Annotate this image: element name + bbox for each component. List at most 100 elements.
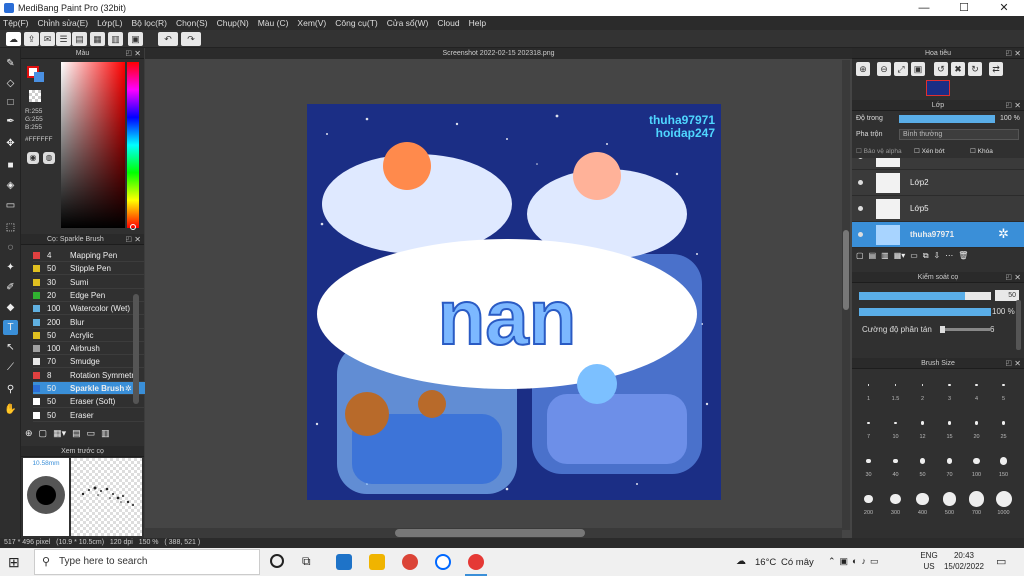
close-icon[interactable]: ✕ bbox=[134, 48, 141, 59]
brush-item[interactable]: 50 Stipple Pen bbox=[33, 262, 151, 276]
minimize-button[interactable]: — bbox=[904, 0, 944, 16]
cortana-icon[interactable] bbox=[270, 554, 284, 568]
close-icon[interactable]: ✕ bbox=[1014, 272, 1021, 283]
close-icon[interactable]: ✕ bbox=[1014, 48, 1021, 59]
grid-icon[interactable]: ▦ bbox=[90, 32, 105, 46]
lock-checkbox[interactable]: ☐ Khóa bbox=[970, 147, 993, 155]
text-tool-icon[interactable]: T bbox=[3, 320, 18, 335]
redo-icon[interactable]: ↷ bbox=[181, 32, 201, 46]
gear-icon[interactable]: ✲ bbox=[125, 382, 132, 395]
eye-icon[interactable] bbox=[858, 158, 863, 159]
fill-rect-icon[interactable]: ■ bbox=[3, 158, 18, 173]
layer-opacity-slider[interactable] bbox=[899, 115, 995, 123]
brush-menu-icon[interactable]: ▦▾ bbox=[53, 428, 66, 442]
brush-tool-icon[interactable]: ✎ bbox=[3, 56, 18, 71]
scatter-slider[interactable] bbox=[940, 326, 990, 333]
merge-layer-icon[interactable]: ⇩ bbox=[934, 251, 941, 263]
layer-more-icon[interactable]: ⋯ bbox=[945, 251, 953, 263]
gear-icon[interactable]: ✲ bbox=[998, 226, 1009, 242]
eye-icon[interactable] bbox=[858, 180, 863, 185]
menu-layer[interactable]: Lớp(L) bbox=[97, 18, 122, 28]
brush-size-cell[interactable]: 50 bbox=[910, 450, 935, 484]
new-halftone-layer-icon[interactable]: ▤ bbox=[869, 251, 877, 263]
brush-size-cell[interactable]: 7 bbox=[856, 412, 881, 446]
task-view-icon[interactable]: ⧉ bbox=[302, 554, 311, 569]
zoom-in-icon[interactable]: ⊕ bbox=[856, 62, 870, 76]
brush-size-cell[interactable]: 20 bbox=[964, 412, 989, 446]
menu-filter[interactable]: Bộ lọc(R) bbox=[132, 18, 167, 28]
brush-opacity-slider[interactable] bbox=[859, 308, 991, 316]
menu-snap[interactable]: Chụp(N) bbox=[217, 18, 249, 28]
eyedropper-icon[interactable]: ⚲ bbox=[3, 382, 18, 397]
brush-size-cell[interactable]: 2 bbox=[910, 374, 935, 408]
menu-cloud[interactable]: Cloud bbox=[437, 18, 459, 28]
layer-item[interactable]: Lớp5 bbox=[852, 196, 1024, 222]
gradient-icon[interactable]: ▭ bbox=[3, 198, 18, 213]
zoom-out-icon[interactable]: ⊖ bbox=[877, 62, 891, 76]
color-settings-icon[interactable]: ◍ bbox=[43, 152, 55, 164]
maximize-button[interactable]: ☐ bbox=[944, 0, 984, 16]
weather-desc[interactable]: Có mây bbox=[781, 557, 814, 568]
layer-folder-icon[interactable]: ▭ bbox=[910, 251, 918, 263]
cloud-icon[interactable]: ☁ bbox=[6, 32, 21, 46]
layer-item[interactable]: Lớp2 bbox=[852, 170, 1024, 196]
vertical-scroll-thumb[interactable] bbox=[843, 230, 849, 310]
brush-size-cell[interactable]: 400 bbox=[910, 488, 935, 522]
scatter-handle[interactable] bbox=[940, 326, 945, 333]
menu-view[interactable]: Xem(V) bbox=[297, 18, 326, 28]
brush-control-scrollbar[interactable] bbox=[1016, 300, 1021, 350]
eraser-tool-icon[interactable]: ◇ bbox=[3, 76, 18, 91]
brush-size-cell[interactable]: 150 bbox=[991, 450, 1016, 484]
secondary-color-swatch[interactable] bbox=[34, 72, 44, 82]
menu-window[interactable]: Cửa sổ(W) bbox=[387, 18, 429, 28]
brush-size-cell[interactable]: 1 bbox=[856, 374, 881, 408]
taskbar-search-box[interactable]: ⚲ Type here to search bbox=[34, 549, 260, 575]
eye-icon[interactable] bbox=[858, 232, 863, 237]
vertical-scrollbar[interactable] bbox=[842, 60, 850, 530]
lasso-icon[interactable]: ◌ bbox=[3, 240, 18, 255]
move-tool-icon[interactable]: ✥ bbox=[3, 136, 18, 151]
brush-item[interactable]: 4 Mapping Pen bbox=[33, 249, 151, 262]
brush-size-cell[interactable]: 3 bbox=[937, 374, 962, 408]
rotate-left-icon[interactable]: ↺ bbox=[934, 62, 948, 76]
blend-mode-select[interactable]: Bình thường bbox=[899, 129, 1019, 140]
brush-copy-icon[interactable]: ▤ bbox=[72, 428, 81, 442]
menu-tools[interactable]: Công cụ(T) bbox=[335, 18, 378, 28]
pin-icon[interactable]: ◰ bbox=[125, 48, 132, 59]
panel-icon[interactable]: ▣ bbox=[128, 32, 143, 46]
menu-select[interactable]: Chọn(S) bbox=[176, 18, 208, 28]
close-icon[interactable]: ✕ bbox=[1014, 100, 1021, 111]
brush-list-scrollbar[interactable] bbox=[133, 294, 139, 404]
windows-start-icon[interactable]: ⊞ bbox=[8, 554, 24, 570]
brush-delete-icon[interactable]: ▥ bbox=[101, 428, 110, 442]
rect-tool-icon[interactable]: □ bbox=[3, 95, 18, 110]
menu-file[interactable]: Tệp(F) bbox=[3, 18, 29, 28]
layer-item-selected[interactable]: thuha97971 ✲ bbox=[852, 222, 1024, 248]
operation-icon[interactable]: ↖ bbox=[3, 340, 18, 355]
close-icon[interactable]: ✕ bbox=[1014, 358, 1021, 369]
undo-icon[interactable]: ↶ bbox=[158, 32, 178, 46]
file-explorer-icon[interactable] bbox=[369, 554, 385, 570]
pin-icon[interactable]: ◰ bbox=[1005, 48, 1012, 59]
upload-icon[interactable]: ⇪ bbox=[24, 32, 39, 46]
system-tray-icons[interactable]: ⌃▣◐♪▭ bbox=[828, 556, 882, 567]
layer-item[interactable] bbox=[852, 158, 1024, 170]
pin-icon[interactable]: ◰ bbox=[1005, 358, 1012, 369]
notification-icon[interactable]: ▭ bbox=[996, 555, 1006, 568]
actual-size-icon[interactable]: ▣ bbox=[911, 62, 925, 76]
brush-size-input[interactable]: 50 bbox=[995, 290, 1019, 301]
brush-size-cell[interactable]: 500 bbox=[937, 488, 962, 522]
divide-icon[interactable]: ⟋ bbox=[3, 360, 18, 375]
brush-size-cell[interactable]: 30 bbox=[856, 450, 881, 484]
page-icon[interactable]: ▤ bbox=[72, 32, 87, 46]
lang-line2[interactable]: US bbox=[920, 562, 938, 571]
magic-wand-icon[interactable]: ✦ bbox=[3, 260, 18, 275]
chat-icon[interactable]: ✉ bbox=[40, 32, 55, 46]
weather-temp[interactable]: 16°C bbox=[755, 557, 776, 568]
fit-icon[interactable]: ⤢ bbox=[894, 62, 908, 76]
brush-size-cell[interactable]: 1.5 bbox=[883, 374, 908, 408]
brush-size-cell[interactable]: 100 bbox=[964, 450, 989, 484]
add-layer-menu-icon[interactable]: ▦▾ bbox=[894, 251, 906, 263]
pen-tool-icon[interactable]: ✒ bbox=[3, 114, 18, 129]
artwork-canvas[interactable]: nan thuha97971 hoidap247 bbox=[307, 104, 721, 500]
